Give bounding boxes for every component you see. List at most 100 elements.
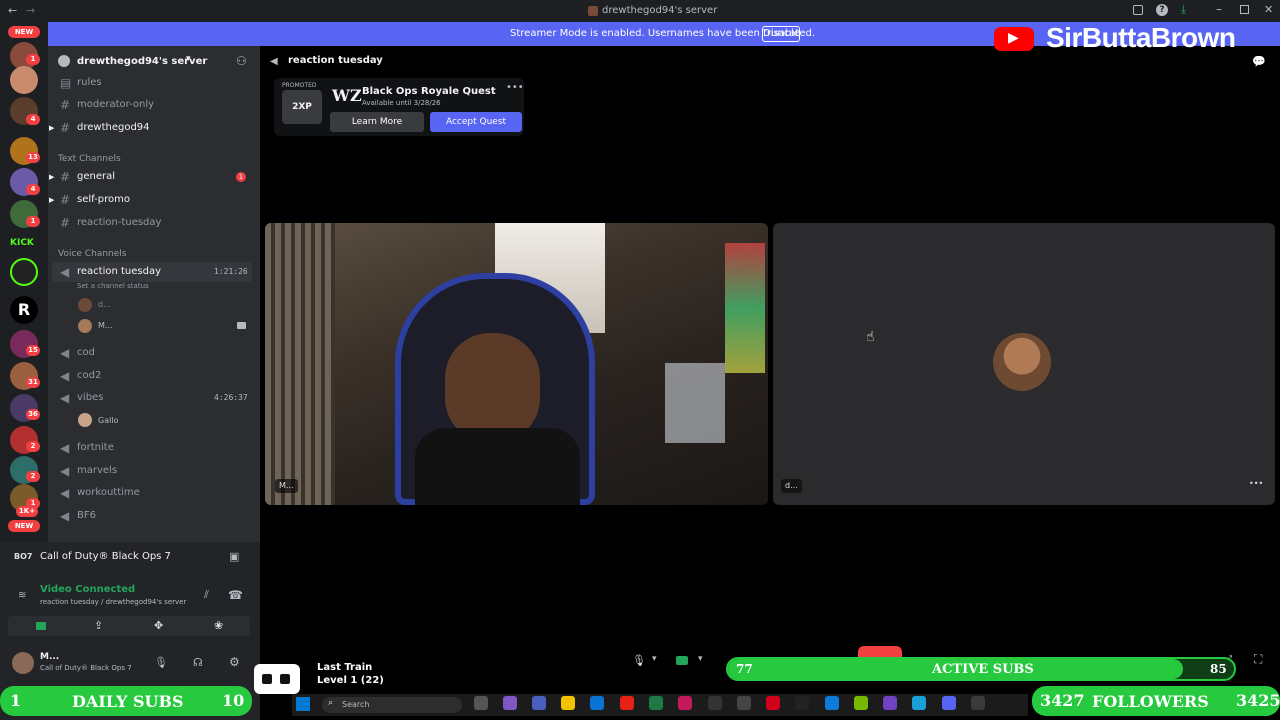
teams-icon[interactable]	[532, 696, 546, 710]
window-blinds	[265, 223, 335, 505]
avatar	[993, 333, 1051, 391]
youtube-icon[interactable]	[620, 696, 634, 710]
tiktok-icon[interactable]	[678, 696, 692, 710]
capcut-icon[interactable]	[795, 696, 809, 710]
category-voice-channels[interactable]: Voice Channels	[58, 249, 126, 259]
soundboard-button[interactable]: ❀	[188, 616, 250, 636]
server-badge: 2	[26, 441, 40, 452]
discord-icon[interactable]	[942, 696, 956, 710]
microphone-icon[interactable]: 🎙	[632, 654, 646, 667]
maximize-icon[interactable]	[1240, 5, 1249, 14]
voice-channel-cod2[interactable]: ◀ cod2	[52, 366, 252, 386]
fullscreen-icon[interactable]: ⛶	[1254, 652, 1262, 667]
close-icon[interactable]: ✕	[1264, 3, 1273, 16]
chevron-down-icon: ▾	[186, 54, 191, 64]
channel-status[interactable]: Set a channel status	[77, 282, 149, 290]
main-stage: ◀ reaction tuesday 💬 PROMOTED 2XP WZ Bla…	[260, 46, 1280, 720]
eye-icon	[280, 674, 290, 684]
channel-rules[interactable]: ▤ rules	[52, 73, 252, 93]
store-icon[interactable]	[590, 696, 604, 710]
nvidia-icon[interactable]	[854, 696, 868, 710]
chevron-down-icon[interactable]: ▾	[652, 654, 657, 664]
avatar	[78, 298, 92, 312]
caret-icon: ▶	[49, 124, 55, 132]
app-icon[interactable]	[766, 696, 780, 710]
learn-more-button[interactable]: Learn More	[330, 112, 424, 132]
app-icon[interactable]	[883, 696, 897, 710]
inbox-icon[interactable]	[1133, 5, 1143, 15]
hash-icon: #	[60, 216, 71, 230]
channel-reaction-tuesday[interactable]: # reaction-tuesday	[52, 213, 252, 233]
video-tile-avatar[interactable]: d... •••	[773, 223, 1275, 505]
activities-button[interactable]: ✥	[128, 616, 190, 636]
avatar[interactable]	[12, 652, 34, 674]
taskview-icon[interactable]	[474, 696, 488, 710]
server-icon[interactable]	[10, 258, 38, 286]
add-member-icon[interactable]: ⚇	[236, 54, 247, 68]
copilot-icon[interactable]	[503, 696, 517, 710]
forward-arrow-icon[interactable]: →	[26, 4, 35, 17]
steam-icon[interactable]	[708, 696, 722, 710]
screen-share-icon[interactable]: ▣	[229, 550, 239, 563]
category-text-channels[interactable]: Text Channels	[58, 154, 121, 164]
r-server-icon[interactable]: R	[10, 296, 38, 324]
more-options-icon[interactable]: •••	[1249, 479, 1263, 488]
noise-suppression-icon[interactable]: ⫽	[204, 588, 209, 602]
chevron-down-icon[interactable]: ▾	[698, 654, 703, 664]
more-options-icon[interactable]: •••	[506, 82, 524, 93]
xbox-icon[interactable]	[649, 696, 663, 710]
speaker-icon: ◀	[60, 464, 70, 478]
headset-icon[interactable]: ☊	[193, 656, 203, 669]
voice-user[interactable]: M...	[98, 321, 113, 330]
voice-user[interactable]: d...	[98, 300, 111, 309]
server-icon[interactable]	[10, 66, 38, 94]
promoted-label: PROMOTED	[282, 82, 317, 89]
window-title: drewthegod94's server	[602, 5, 718, 16]
windows-start-icon[interactable]	[296, 697, 310, 711]
server-boost-icon	[58, 55, 70, 67]
channel-general[interactable]: ▶ # general 1	[49, 167, 252, 187]
voice-channel-workouttime[interactable]: ◀ workouttime	[52, 483, 252, 503]
microphone-icon[interactable]: 🎙	[154, 656, 168, 669]
camera-icon[interactable]	[676, 656, 688, 665]
edge-icon[interactable]	[912, 696, 926, 710]
voice-channel-vibes[interactable]: ◀ vibes 4:26:37	[52, 388, 252, 408]
active-subs-goal: 85	[1210, 662, 1227, 676]
channel-drewthegod94[interactable]: ▶ # drewthegod94	[49, 118, 252, 138]
voice-user[interactable]: Gallo	[98, 416, 118, 425]
download-icon[interactable]: ⤓	[1181, 2, 1186, 17]
app-icon[interactable]	[971, 696, 985, 710]
video-tile-camera[interactable]: M...	[265, 223, 768, 505]
speaker-icon: ◀	[270, 56, 278, 67]
disconnect-icon[interactable]: ☎	[228, 588, 243, 602]
daily-subs-label: DAILY SUBS	[72, 692, 184, 711]
chat-icon[interactable]: 💬	[1252, 55, 1266, 68]
help-icon[interactable]: ?	[1156, 4, 1168, 16]
app-icon[interactable]	[825, 696, 839, 710]
voice-channel-marvels[interactable]: ◀ marvels	[52, 461, 252, 481]
kick-server-icon[interactable]: KICK	[10, 238, 34, 248]
camera-button[interactable]	[8, 616, 70, 636]
voice-channel-bf6[interactable]: ◀ BF6	[52, 506, 252, 526]
warzone-logo: WZ	[332, 86, 362, 105]
disable-button[interactable]: Disable	[762, 26, 800, 42]
voice-channel-cod[interactable]: ◀ cod	[52, 343, 252, 363]
new-badge: NEW	[8, 520, 40, 532]
call-of-duty-icon[interactable]	[737, 696, 751, 710]
search-box[interactable]: ⌕ Search	[322, 697, 462, 713]
channel-self-promo[interactable]: ▶ # self-promo	[49, 190, 252, 210]
new-badge: NEW	[8, 26, 40, 38]
accept-quest-button[interactable]: Accept Quest	[430, 112, 522, 132]
file-explorer-icon[interactable]	[561, 696, 575, 710]
channel-moderator-only[interactable]: # moderator-only	[52, 95, 252, 115]
signal-icon[interactable]: ≋	[18, 590, 26, 601]
voice-channel-reaction-tuesday[interactable]: ◀ reaction tuesday 1:21:26	[52, 262, 252, 282]
connection-location[interactable]: reaction tuesday / drewthegod94's server	[40, 598, 186, 606]
rgb-pc-case	[725, 243, 765, 373]
back-arrow-icon[interactable]: ←	[8, 4, 17, 17]
settings-gear-icon[interactable]: ⚙	[229, 655, 240, 669]
voice-channel-fortnite[interactable]: ◀ fortnite	[52, 438, 252, 458]
minimize-icon[interactable]: –	[1216, 2, 1222, 16]
daily-subs-bar: 1 DAILY SUBS 10	[0, 686, 252, 716]
share-screen-button[interactable]: ⇪	[68, 616, 130, 636]
